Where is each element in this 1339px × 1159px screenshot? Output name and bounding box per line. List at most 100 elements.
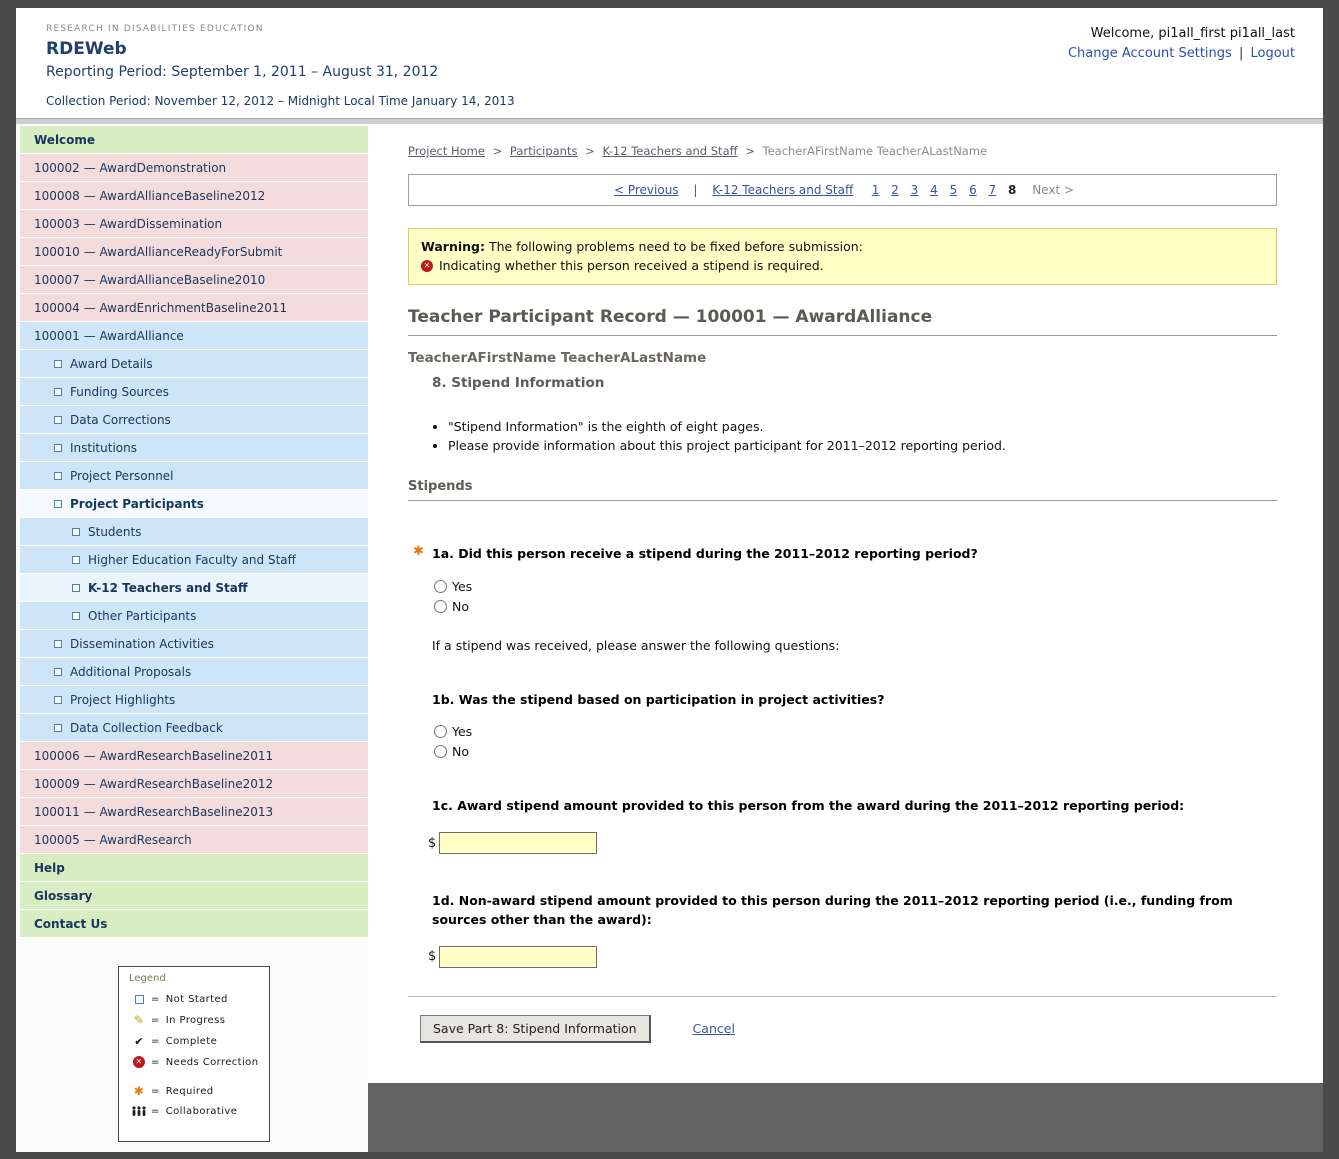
header-link-divider: | [1239,46,1243,61]
collection-period: Collection Period: November 12, 2012 – M… [46,94,515,108]
change-account-settings-link[interactable]: Change Account Settings [1068,46,1232,61]
app-title: RDEWeb [46,39,515,59]
sidebar-item-dissemination-activities[interactable]: Dissemination Activities [20,630,368,658]
sidebar-item-label: 100002 — AwardDemonstration [34,161,226,175]
sidebar-item-100008[interactable]: 100008 — AwardAllianceBaseline2012 [20,182,368,210]
q1b-no-label[interactable]: No [452,744,469,759]
q1a-no-radio[interactable] [434,600,447,613]
q1c-amount-row: $ [428,832,1277,854]
sidebar-item-label: Glossary [34,889,92,903]
legend-item-required: ✱ = Required [129,1084,263,1098]
q1b-option-no[interactable]: No [434,744,1277,759]
sidebar-item-award-details[interactable]: Award Details [20,350,368,378]
breadcrumb-separator: > [585,144,595,158]
not-started-icon [54,444,62,452]
q1a-no-label[interactable]: No [452,599,469,614]
equals-sign: = [151,1086,160,1097]
page-link-6[interactable]: 6 [969,183,977,197]
page-link-1[interactable]: 1 [872,183,880,197]
sidebar-item-100004[interactable]: 100004 — AwardEnrichmentBaseline2011 [20,294,368,322]
q1c-amount-input[interactable] [439,832,597,854]
header-left: RESEARCH IN DISABILITIES EDUCATION RDEWe… [46,24,515,108]
sidebar-item-100009[interactable]: 100009 — AwardResearchBaseline2012 [20,770,368,798]
pagination-section-link[interactable]: K-12 Teachers and Staff [712,183,853,197]
sidebar-item-contact-us[interactable]: Contact Us [20,910,368,938]
sidebar-item-label: Other Participants [88,609,196,623]
page-link-5[interactable]: 5 [950,183,958,197]
title-rule [408,335,1277,336]
not-started-icon [54,360,62,368]
sidebar-item-project-personnel[interactable]: Project Personnel [20,462,368,490]
required-icon: ✱ [413,544,424,559]
legend-item-needs-correction: ✕ = Needs Correction [129,1056,263,1068]
legend-item-label: Needs Correction [166,1057,259,1068]
stipends-heading: Stipends [408,479,1277,494]
logout-link[interactable]: Logout [1250,46,1295,61]
previous-page-link[interactable]: < Previous [614,183,679,197]
currency-symbol: $ [428,836,436,851]
breadcrumb-participants-link[interactable]: Participants [510,144,578,158]
not-started-icon [54,472,62,480]
sidebar-item-label: Funding Sources [70,385,169,399]
page-link-4[interactable]: 4 [930,183,938,197]
save-button[interactable]: Save Part 8: Stipend Information [420,1015,651,1043]
sidebar-item-glossary[interactable]: Glossary [20,882,368,910]
header-right: Welcome, pi1all_first pi1all_last Change… [1068,24,1295,108]
sidebar-item-data-collection-feedback[interactable]: Data Collection Feedback [20,714,368,742]
not-started-icon [54,500,62,508]
sidebar-item-project-highlights[interactable]: Project Highlights [20,686,368,714]
org-name: RESEARCH IN DISABILITIES EDUCATION [46,24,515,34]
legend-wrap: Legend = Not Started ✎ = In Progress [20,966,368,1142]
cancel-link[interactable]: Cancel [693,1021,735,1036]
sidebar-item-funding-sources[interactable]: Funding Sources [20,378,368,406]
question-1d: 1d. Non-award stipend amount provided to… [432,892,1277,930]
breadcrumb-separator: > [745,144,755,158]
sidebar-item-k12-teachers-and-staff[interactable]: K-12 Teachers and Staff [20,574,368,602]
q1a-yes-radio[interactable] [434,580,447,593]
breadcrumb-project-home-link[interactable]: Project Home [408,144,485,158]
sidebar-item-100007[interactable]: 100007 — AwardAllianceBaseline2010 [20,266,368,294]
q1b-no-radio[interactable] [434,745,447,758]
q1d-amount-input[interactable] [439,946,597,968]
equals-sign: = [151,1106,160,1117]
sidebar-item-label: 100003 — AwardDissemination [34,217,222,231]
breadcrumb-current: TeacherAFirstName TeacherALastName [763,144,988,158]
sidebar-item-100002[interactable]: 100002 — AwardDemonstration [20,154,368,182]
page-title: Teacher Participant Record — 100001 — Aw… [408,307,1277,327]
sidebar-item-other-participants[interactable]: Other Participants [20,602,368,630]
q1b-option-yes[interactable]: Yes [434,724,1277,739]
question-1b: 1b. Was the stipend based on participati… [432,691,1277,710]
q1b-yes-label[interactable]: Yes [452,724,472,739]
sidebar-item-100011[interactable]: 100011 — AwardResearchBaseline2013 [20,798,368,826]
sidebar-item-institutions[interactable]: Institutions [20,434,368,462]
breadcrumb-k12-teachers-link[interactable]: K-12 Teachers and Staff [602,144,737,158]
sidebar-item-100010[interactable]: 100010 — AwardAllianceReadyForSubmit [20,238,368,266]
not-started-icon [72,612,80,620]
sidebar-item-100006[interactable]: 100006 — AwardResearchBaseline2011 [20,742,368,770]
sidebar-item-label: Higher Education Faculty and Staff [88,553,296,567]
q1b-yes-radio[interactable] [434,725,447,738]
sidebar-item-100001[interactable]: 100001 — AwardAlliance [20,322,368,350]
q1a-option-yes[interactable]: Yes [434,579,1277,594]
equals-sign: = [151,1057,160,1068]
sidebar-item-welcome[interactable]: Welcome [20,126,368,154]
sidebar-item-additional-proposals[interactable]: Additional Proposals [20,658,368,686]
question-1a: ✱ 1a. Did this person receive a stipend … [432,545,1277,564]
sidebar-item-higher-education-faculty-and-staff[interactable]: Higher Education Faculty and Staff [20,546,368,574]
pagination-bar: < Previous | K-12 Teachers and Staff 1 2… [408,174,1277,206]
page-link-3[interactable]: 3 [911,183,919,197]
page-link-7[interactable]: 7 [989,183,997,197]
q1a-yes-label[interactable]: Yes [452,579,472,594]
sidebar-item-label: K-12 Teachers and Staff [88,581,248,595]
equals-sign: = [151,1036,160,1047]
sidebar-item-students[interactable]: Students [20,518,368,546]
sidebar-item-100003[interactable]: 100003 — AwardDissemination [20,210,368,238]
question-1c: 1c. Award stipend amount provided to thi… [432,797,1277,816]
sidebar-item-help[interactable]: Help [20,854,368,882]
page-frame: RESEARCH IN DISABILITIES EDUCATION RDEWe… [0,0,1339,1159]
sidebar-item-100005[interactable]: 100005 — AwardResearch [20,826,368,854]
page-link-2[interactable]: 2 [891,183,899,197]
sidebar-item-data-corrections[interactable]: Data Corrections [20,406,368,434]
sidebar-item-project-participants[interactable]: Project Participants [20,490,368,518]
q1a-option-no[interactable]: No [434,599,1277,614]
